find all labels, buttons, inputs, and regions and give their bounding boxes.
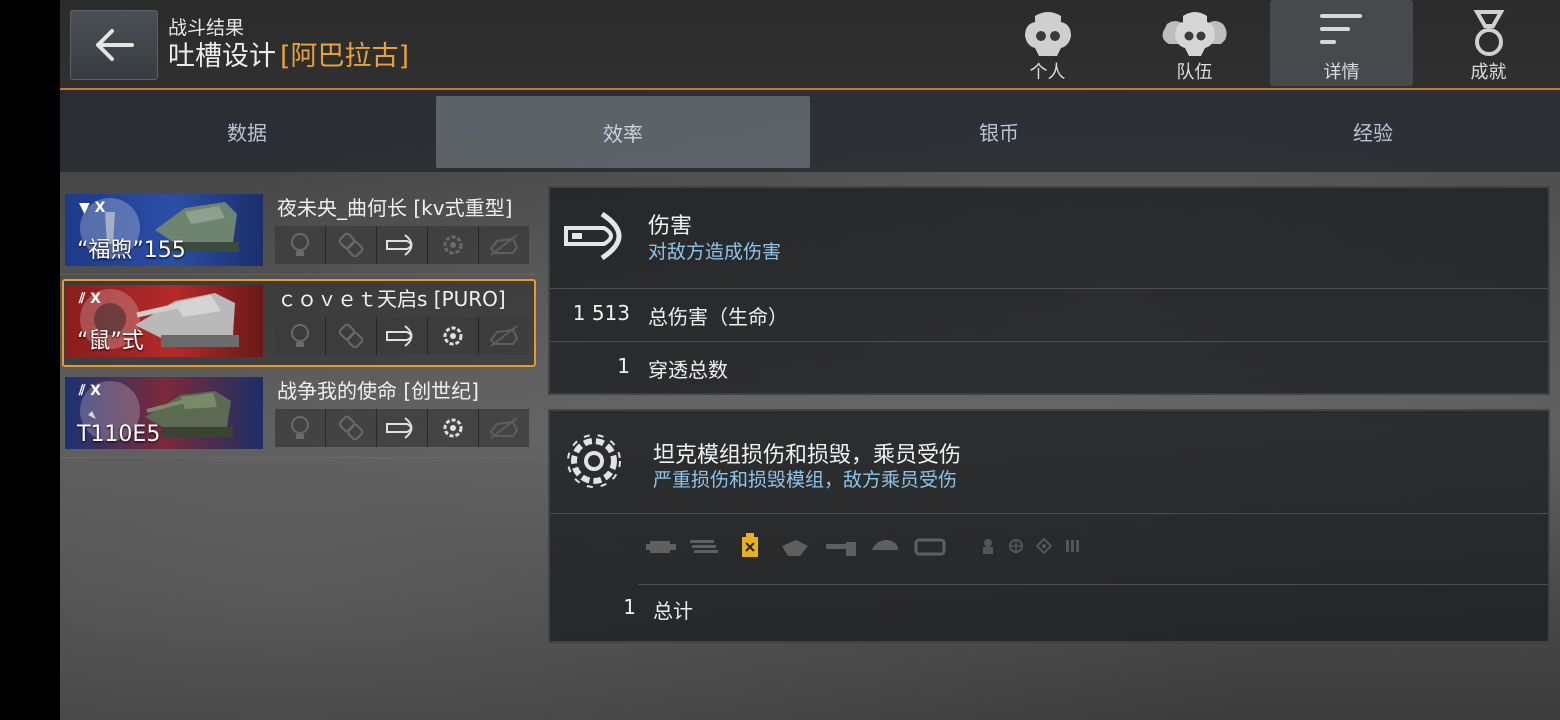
player-row[interactable]: ▼ X “福煦”155 夜未央_曲何长 [kv式重型] <box>60 188 538 275</box>
damage-subtitle: 对敌方造成伤害 <box>648 241 782 263</box>
tab-personal[interactable]: 个人 <box>976 0 1119 86</box>
tab-achievements-label: 成就 <box>1470 62 1507 83</box>
stat-row-penetrations: 1 穿透总数 <box>550 342 1548 394</box>
module-gear-icon <box>428 409 479 447</box>
subtab-data[interactable]: 数据 <box>60 90 434 172</box>
team-masks-icon <box>1162 12 1227 56</box>
gunner-icon <box>1009 539 1023 553</box>
spotting-bulb-icon <box>275 409 326 447</box>
spotting-bulb-icon <box>275 317 326 355</box>
tab-details[interactable]: 详情 <box>1270 0 1413 86</box>
assist-link-icon <box>326 317 377 355</box>
total-damage-value: 1 513 <box>572 301 630 325</box>
engine-icon <box>646 541 676 553</box>
player-row[interactable]: ⫽ X T110E5 战争我的使命 [创世纪] <box>60 371 538 458</box>
kill-tank-icon <box>479 317 529 355</box>
arrow-left-icon <box>96 29 134 61</box>
module-gear-icon <box>428 317 479 355</box>
total-damage-label: 总伤害（生命） <box>648 305 788 329</box>
shell-damage-icon <box>377 409 428 447</box>
loader-icon <box>1066 540 1079 552</box>
commander-icon <box>983 539 993 554</box>
battle-results-screen: 战斗结果 吐槽设计 [阿巴拉古] 个人 队伍 详情 成就 数据 效率 银币 经验… <box>60 0 1560 720</box>
page-subtitle: 战斗结果 <box>168 17 245 39</box>
damage-panel-header: 伤害 对敌方造成伤害 <box>550 188 1548 289</box>
tab-team[interactable]: 队伍 <box>1123 0 1266 86</box>
turret-icon <box>872 540 898 550</box>
damage-title: 伤害 <box>648 214 693 239</box>
personal-mask-icon <box>1024 12 1071 56</box>
clan-tag: [阿巴拉古] <box>280 41 410 72</box>
medal-ribbon-icon <box>1473 10 1504 56</box>
tab-team-label: 队伍 <box>1176 62 1213 83</box>
efficiency-medals <box>275 317 529 355</box>
fuel-tank-icon <box>742 533 758 557</box>
shell-damage-icon <box>377 317 428 355</box>
efficiency-medals <box>275 409 529 447</box>
player-name: 战争我的使命 [创世纪] <box>277 379 479 403</box>
results-nav-tabs: 个人 队伍 详情 成就 <box>972 0 1560 86</box>
subtab-experience[interactable]: 经验 <box>1186 90 1560 172</box>
stat-subtabs: 数据 效率 银币 经验 <box>60 90 1560 172</box>
tab-achievements[interactable]: 成就 <box>1417 0 1560 86</box>
assist-link-icon <box>326 226 377 264</box>
gear-module-icon <box>567 434 621 488</box>
details-list-icon <box>1319 14 1362 44</box>
efficiency-medals <box>275 226 529 264</box>
module-panel-header: 坦克模组损伤和损毁，乘员受伤 严重损伤和损毁模组，敌方乘员受伤 <box>550 411 1548 514</box>
tank-thumbnail: ⫽ X T110E5 <box>65 377 263 449</box>
map-name: 吐槽设计 <box>168 41 276 72</box>
penetrations-value: 1 <box>617 354 630 378</box>
subtab-efficiency[interactable]: 效率 <box>436 96 810 168</box>
title-block: 战斗结果 吐槽设计 [阿巴拉古] <box>168 16 409 74</box>
radio-icon <box>782 540 808 556</box>
tank-thumbnail: ⫽ X “鼠”式 <box>65 285 263 357</box>
tank-name: “福煦”155 <box>77 238 186 263</box>
module-total-label: 总计 <box>653 599 693 623</box>
tier-badge: ⫽ X <box>79 383 101 399</box>
assist-link-icon <box>326 409 377 447</box>
header-bar: 战斗结果 吐槽设计 [阿巴拉古] 个人 队伍 详情 成就 <box>60 0 1560 90</box>
tracks-icon <box>914 538 946 556</box>
map-title: 吐槽设计 [阿巴拉古] <box>168 40 409 74</box>
module-gear-icon <box>428 226 479 264</box>
spotting-bulb-icon <box>275 226 326 264</box>
tank-name: “鼠”式 <box>77 329 144 354</box>
player-name: 夜未央_曲何长 [kv式重型] <box>277 196 513 220</box>
module-subtitle: 严重损伤和损毁模组，敌方乘员受伤 <box>653 469 958 491</box>
tank-name: T110E5 <box>77 422 161 447</box>
driver-icon <box>1036 538 1052 554</box>
tank-thumbnail: ▼ X “福煦”155 <box>65 194 263 266</box>
shell-damage-icon <box>377 226 428 264</box>
stat-row-total-damage: 1 513 总伤害（生命） <box>550 289 1548 342</box>
stat-row-total: 1 总计 <box>550 585 1548 637</box>
shell-damage-icon <box>564 211 622 261</box>
player-list: ▼ X “福煦”155 夜未央_曲何长 [kv式重型] ⫽ X “鼠”式 ｃｏｖ… <box>60 188 538 462</box>
gun-icon <box>826 542 856 556</box>
tier-badge: ▼ X <box>79 200 106 216</box>
player-name: ｃｏｖｅｔ天启s [PURO] <box>277 287 506 311</box>
module-icon-row <box>638 514 1548 585</box>
back-button[interactable] <box>70 10 158 80</box>
tab-personal-label: 个人 <box>1029 62 1066 83</box>
module-total-value: 1 <box>623 595 636 619</box>
kill-tank-icon <box>479 226 529 264</box>
player-row-selected[interactable]: ⫽ X “鼠”式 ｃｏｖｅｔ天启s [PURO] <box>62 279 536 367</box>
kill-tank-icon <box>479 409 529 447</box>
damage-panel: 伤害 对敌方造成伤害 1 513 总伤害（生命） 1 穿透总数 <box>548 186 1550 395</box>
penetrations-label: 穿透总数 <box>648 358 728 382</box>
tab-details-label: 详情 <box>1323 62 1360 83</box>
module-damage-panel: 坦克模组损伤和损毁，乘员受伤 严重损伤和损毁模组，敌方乘员受伤 1 总计 <box>548 409 1550 643</box>
tier-badge: ⫽ X <box>79 291 101 307</box>
ammo-rack-icon <box>690 540 718 553</box>
subtab-credits[interactable]: 银币 <box>812 90 1186 172</box>
